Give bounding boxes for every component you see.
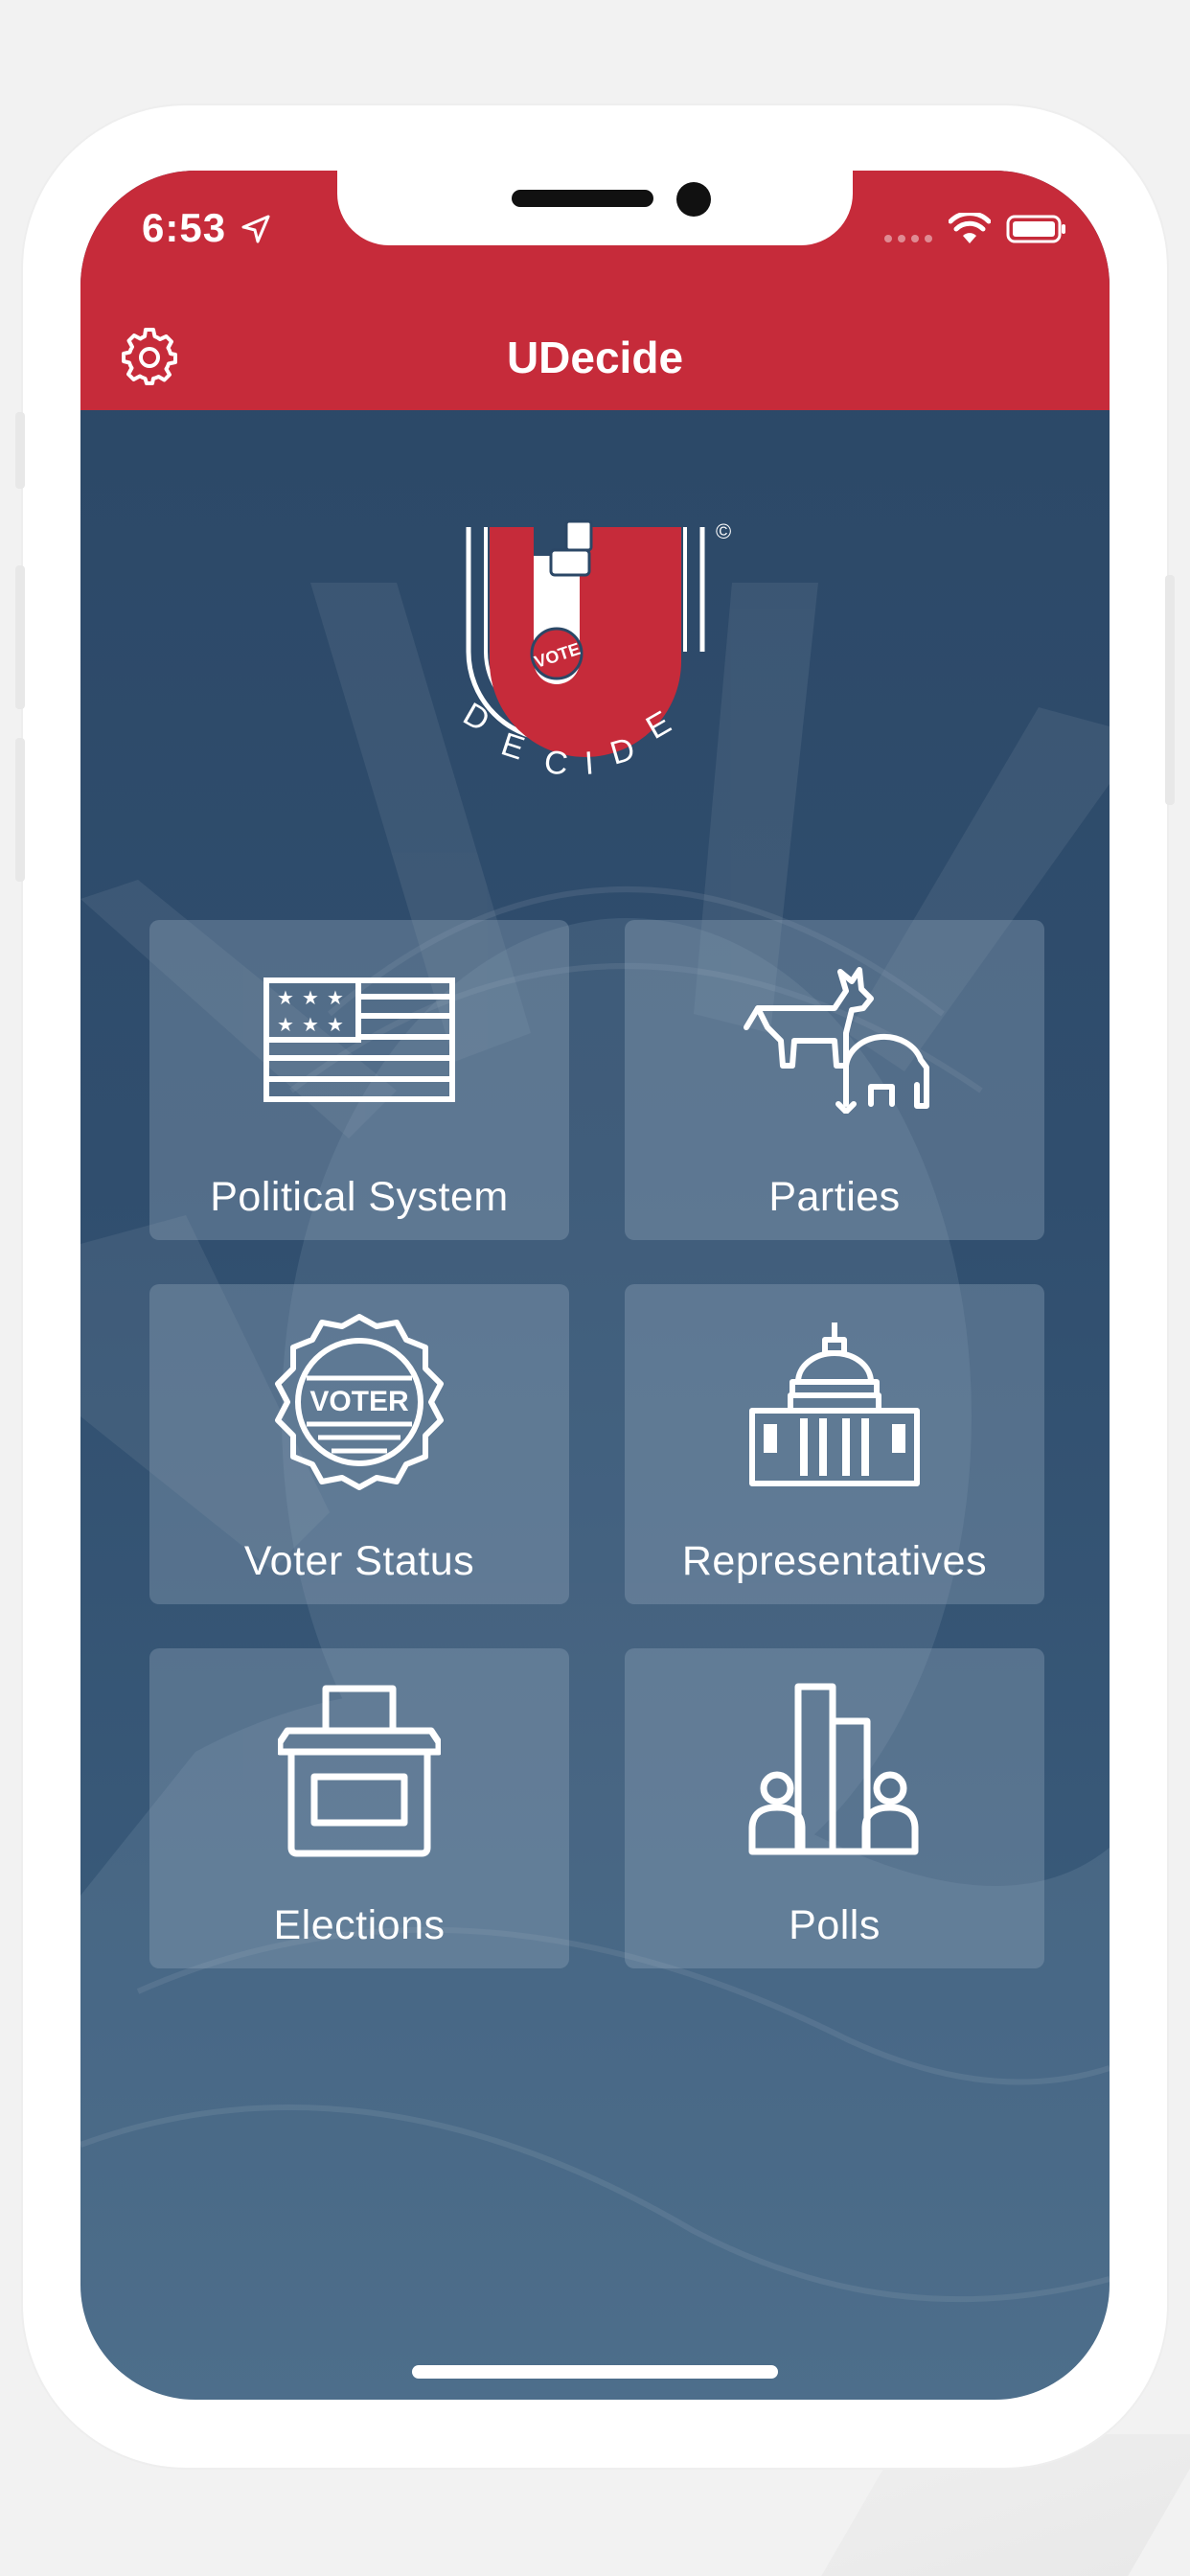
svg-text:E: E — [497, 725, 531, 768]
tile-label: Voter Status — [243, 1538, 475, 1584]
svg-text:★: ★ — [277, 986, 294, 1009]
svg-text:★: ★ — [277, 1013, 294, 1036]
tile-label: Representatives — [681, 1538, 988, 1584]
capitol-icon — [749, 1322, 920, 1486]
device-notch — [337, 171, 853, 245]
svg-text:C: C — [542, 744, 571, 783]
tile-parties[interactable]: Parties — [625, 920, 1044, 1240]
front-camera — [676, 182, 711, 217]
location-arrow-icon — [241, 215, 270, 243]
logo-copyright: © — [716, 519, 731, 543]
mute-switch — [15, 412, 25, 489]
earpiece-speaker — [512, 190, 653, 207]
tile-label: Polls — [789, 1902, 881, 1948]
tile-label: Parties — [768, 1174, 901, 1220]
svg-text:★: ★ — [302, 986, 319, 1009]
udecide-logo: VOTE © D E C I D E — [457, 519, 731, 783]
flag-icon: ★ ★ ★ ★ ★ ★ — [263, 978, 455, 1102]
svg-text:D: D — [457, 696, 497, 740]
ballot-box-icon — [278, 1685, 441, 1857]
battery-icon — [1006, 215, 1065, 243]
voter-badge-icon: VOTER — [275, 1314, 444, 1490]
tile-elections[interactable]: Elections — [149, 1648, 569, 1968]
donkey-elephant-icon — [744, 967, 929, 1114]
home-indicator[interactable] — [412, 2365, 778, 2379]
voter-badge-text: VOTER — [309, 1386, 409, 1417]
volume-down-button — [15, 738, 25, 882]
tile-voter-status[interactable]: VOTER Voter Status — [149, 1284, 569, 1604]
tile-label: Political System — [210, 1174, 509, 1220]
volume-up-button — [15, 565, 25, 709]
svg-text:★: ★ — [302, 1013, 319, 1036]
tile-representatives[interactable]: Representatives — [625, 1284, 1044, 1604]
wifi-icon — [949, 213, 991, 243]
tile-label: Elections — [273, 1902, 446, 1948]
svg-text:★: ★ — [327, 986, 344, 1009]
tile-polls[interactable]: Polls — [625, 1648, 1044, 1968]
page-title: UDecide — [506, 333, 684, 382]
svg-text:★: ★ — [327, 1013, 344, 1036]
app-screen: 6:53 UDecide VOTE © D E C I D E ★ ★ ★ ★ … — [80, 171, 1110, 2400]
power-button — [1165, 575, 1175, 805]
tile-political-system[interactable]: ★ ★ ★ ★ ★ ★ Political System — [149, 920, 569, 1240]
poll-chart-icon — [748, 1683, 919, 1855]
navigation-bar: UDecide — [80, 295, 1110, 410]
status-time: 6:53 — [142, 205, 227, 250]
cellular-signal-icon — [884, 235, 932, 242]
